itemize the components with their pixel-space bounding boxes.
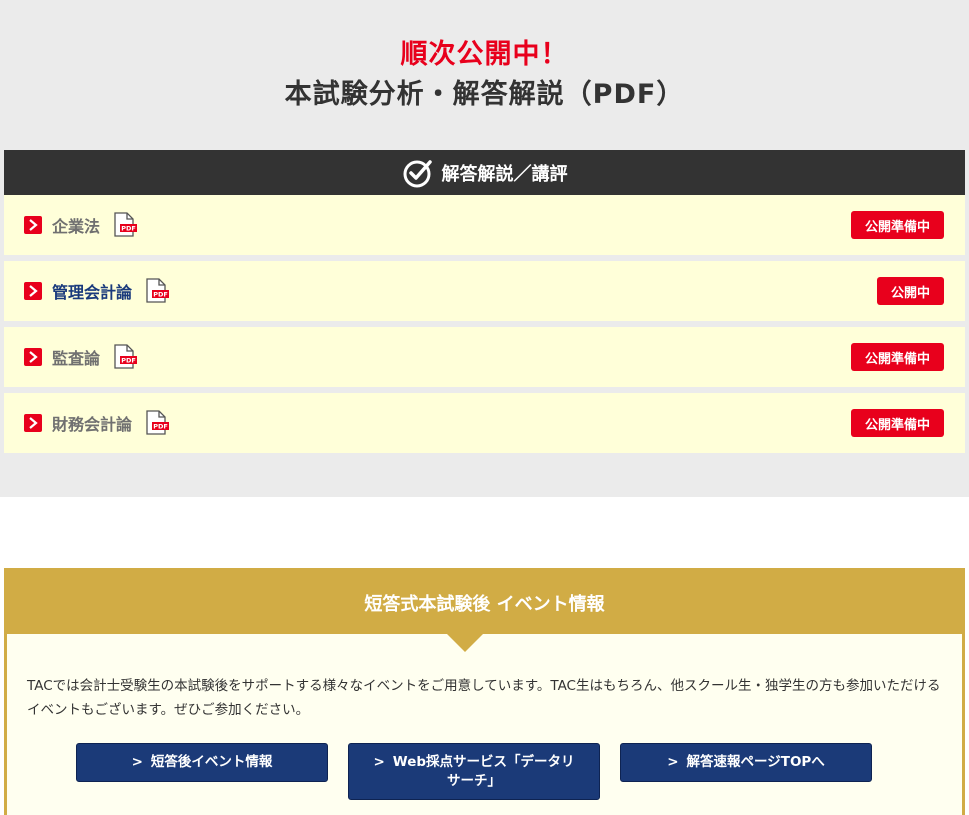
check-circle-icon <box>403 159 432 187</box>
chevron-right-icon <box>24 348 42 366</box>
headline-main: 本試験分析・解答解説（PDF） <box>284 79 685 110</box>
answer-row-kanri[interactable]: 管理会計論 PDF 公開中 <box>4 261 965 321</box>
chevron-right-icon <box>24 216 42 234</box>
event-info-button[interactable]: > 短答後イベント情報 <box>76 743 328 782</box>
pdf-file-icon: PDF <box>114 344 138 369</box>
answer-row-kigyoho[interactable]: 企業法 PDF 公開準備中 <box>4 195 965 255</box>
chevron-right-icon <box>24 414 42 432</box>
caret-down-icon <box>447 634 483 652</box>
svg-text:PDF: PDF <box>153 291 168 299</box>
status-badge: 公開準備中 <box>850 211 944 239</box>
chevron-right-icon: > <box>667 754 679 770</box>
panel-header: 解答解説／講評 <box>4 150 965 195</box>
answer-row-zaimu[interactable]: 財務会計論 PDF 公開準備中 <box>4 393 965 453</box>
row-label-link[interactable]: 管理会計論 <box>52 279 132 303</box>
pdf-file-icon: PDF <box>114 212 138 237</box>
pdf-file-icon[interactable]: PDF <box>142 277 170 305</box>
event-section: 短答式本試験後 イベント情報 TACでは会計士受験生の本試験後をサポートする様々… <box>4 568 965 815</box>
row-label: 財務会計論 <box>52 415 133 434</box>
pdf-file-icon: PDF <box>146 410 170 435</box>
row-label: 企業法 <box>52 217 101 236</box>
chevron-right-icon: > <box>131 754 143 770</box>
data-research-button[interactable]: > Web採点サービス「データリサーチ」 <box>348 743 600 800</box>
panel-title: 解答解説／講評 <box>441 163 568 185</box>
status-badge: 公開中 <box>876 277 944 305</box>
svg-text:PDF: PDF <box>121 225 136 233</box>
status-badge: 公開準備中 <box>850 409 944 437</box>
svg-text:PDF: PDF <box>121 357 136 365</box>
chevron-right-icon <box>24 282 42 300</box>
chevron-right-icon: > <box>373 753 385 770</box>
svg-text:PDF: PDF <box>153 423 168 431</box>
status-badge: 公開準備中 <box>850 343 944 371</box>
analysis-section: 順次公開中！ 本試験分析・解答解説（PDF） 解答解説／講評 企業法 PDF 公… <box>0 0 969 497</box>
answer-row-kansa[interactable]: 監査論 PDF 公開準備中 <box>4 327 965 387</box>
event-description: TACでは会計士受験生の本試験後をサポートする様々なイベントをご用意しています。… <box>27 678 941 718</box>
answer-top-button[interactable]: > 解答速報ページTOPへ <box>620 743 872 782</box>
headline-red: 順次公開中！ <box>400 39 569 70</box>
row-label: 監査論 <box>52 349 101 368</box>
event-title: 短答式本試験後 イベント情報 <box>7 571 962 634</box>
